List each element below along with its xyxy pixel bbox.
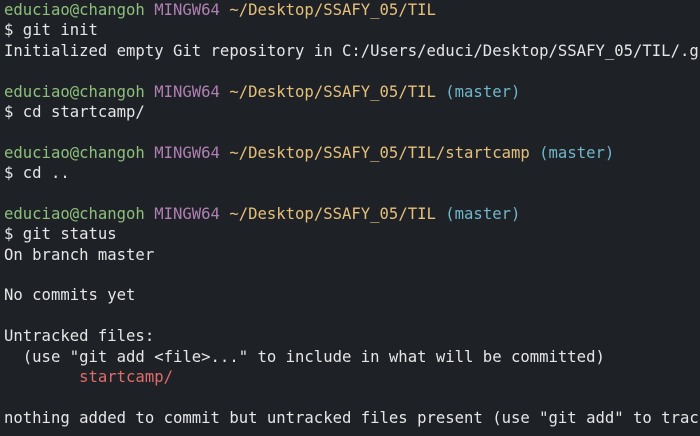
prompt-user: educiao@changoh (4, 1, 145, 19)
prompt-user: educiao@changoh (4, 82, 145, 101)
output-line: On branch master (4, 245, 155, 264)
prompt-line: educiao@changoh MINGW64 ~/Desktop/SSAFY_… (4, 204, 700, 224)
output-line: nothing added to commit but untracked fi… (4, 408, 700, 427)
prompt-system: MINGW64 (154, 82, 220, 101)
prompt-branch: (master) (445, 204, 521, 223)
prompt-branch: (master) (445, 82, 521, 101)
command-line: $ git status (4, 225, 117, 244)
output-line: Initialized empty Git repository in C:/U… (4, 41, 700, 60)
prompt-system: MINGW64 (154, 143, 220, 162)
prompt-path: ~/Desktop/SSAFY_05/TIL/startcamp (229, 143, 530, 162)
output-line: No commits yet (4, 286, 136, 305)
prompt-path: ~/Desktop/SSAFY_05/TIL (229, 82, 436, 101)
prompt-line: educiao@changoh MINGW64 ~/Desktop/SSAFY_… (4, 82, 700, 102)
command-line: $ git init (4, 21, 98, 40)
terminal-window[interactable]: educiao@changoh MINGW64 ~/Desktop/SSAFY_… (0, 0, 700, 436)
command-line: $ cd .. (4, 164, 70, 183)
command-line: $ cd startcamp/ (4, 102, 145, 121)
prompt-user: educiao@changoh (4, 204, 145, 223)
prompt-user: educiao@changoh (4, 143, 145, 162)
prompt-branch: (master) (539, 143, 615, 162)
prompt-system: MINGW64 (154, 204, 220, 223)
prompt-system: MINGW64 (154, 1, 220, 19)
prompt-path: ~/Desktop/SSAFY_05/TIL (229, 204, 436, 223)
prompt-path: ~/Desktop/SSAFY_05/TIL (229, 1, 436, 19)
untracked-file-line: startcamp/ (4, 368, 173, 387)
prompt-line: educiao@changoh MINGW64 ~/Desktop/SSAFY_… (4, 0, 700, 20)
output-line: (use "git add <file>..." to include in w… (4, 347, 605, 366)
prompt-line: educiao@changoh MINGW64 ~/Desktop/SSAFY_… (4, 143, 700, 163)
output-line: Untracked files: (4, 327, 155, 346)
